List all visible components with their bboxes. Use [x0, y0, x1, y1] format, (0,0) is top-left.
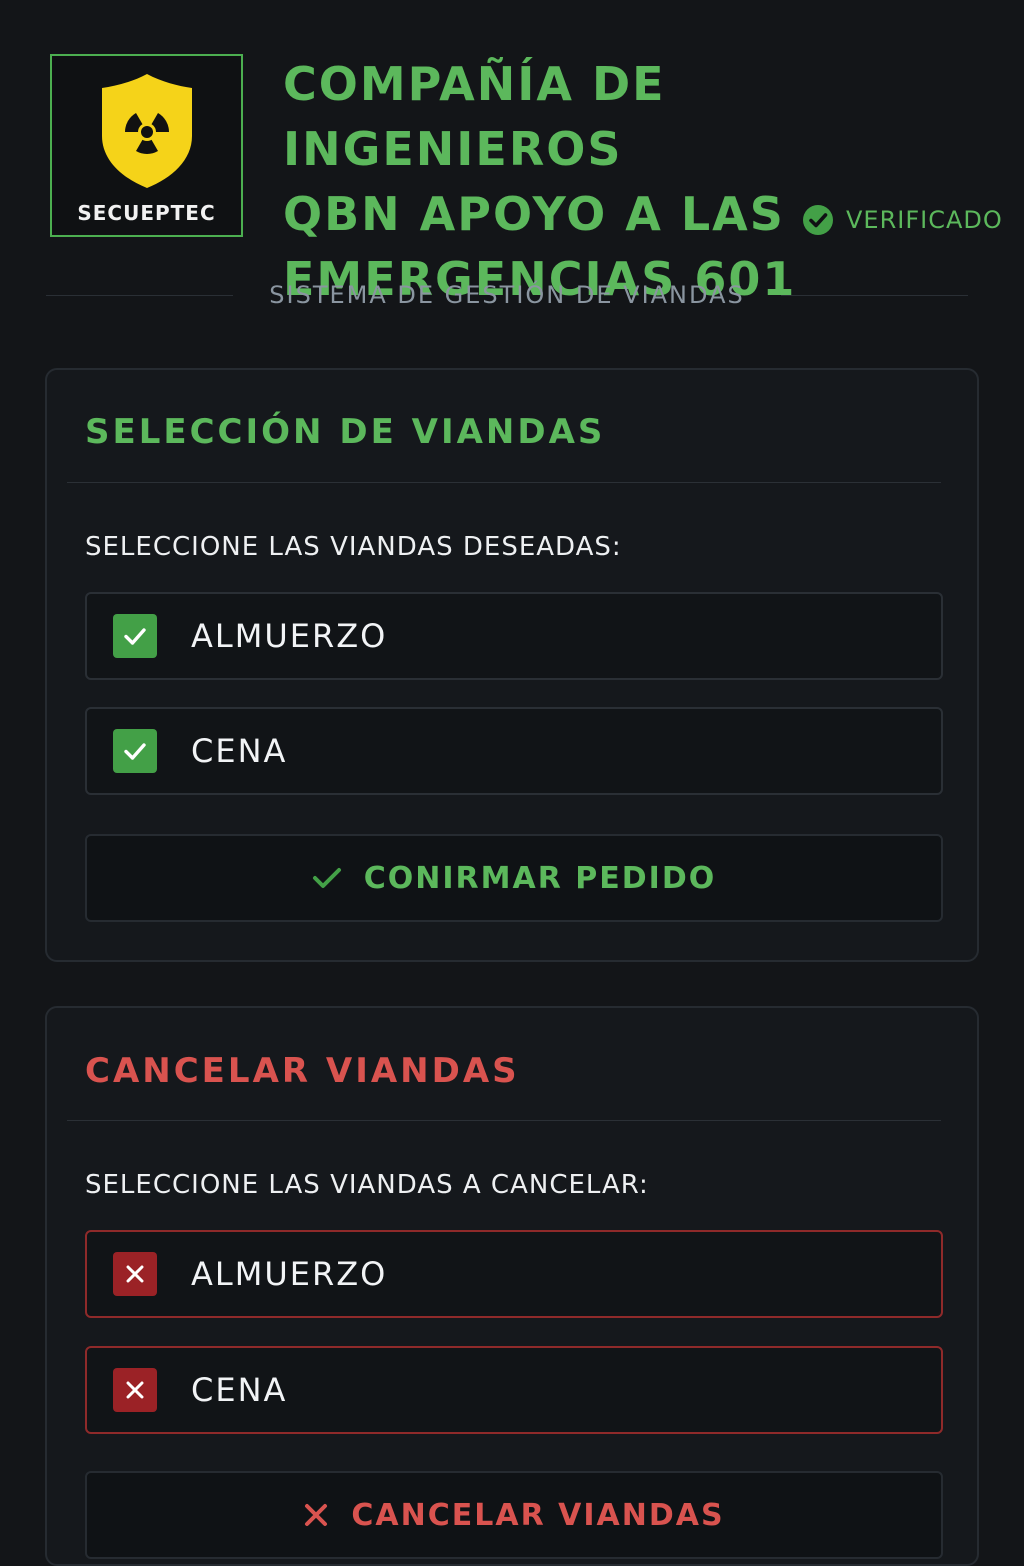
title-line: QBN APOYO A LAS	[283, 187, 785, 241]
check-icon	[124, 743, 146, 760]
subtitle-row: SISTEMA DE GESTIÓN DE VIANDAS	[46, 278, 968, 312]
checkbox-cena[interactable]	[113, 729, 157, 773]
selection-prompt: SELECCIONE LAS VIANDAS DESEADAS:	[85, 532, 622, 562]
cancel-panel-title: CANCELAR VIANDAS	[85, 1051, 520, 1091]
divider	[780, 294, 968, 296]
verified-badge: VERIFICADO	[802, 203, 1003, 237]
option-label: CENA	[191, 732, 288, 770]
cancel-option-cena[interactable]: CENA	[85, 1346, 943, 1434]
org-logo: SECUEPTEC	[50, 54, 243, 237]
check-icon	[312, 868, 341, 888]
page-subtitle: SISTEMA DE GESTIÓN DE VIANDAS	[269, 281, 745, 309]
cancel-viandas-button[interactable]: CANCELAR VIANDAS	[85, 1471, 943, 1559]
confirm-order-button[interactable]: CONIRMAR PEDIDO	[85, 834, 943, 922]
page-title: COMPAÑÍA DE INGENIEROS QBN APOYO A LAS E…	[283, 52, 973, 312]
divider	[67, 1120, 941, 1121]
divider	[46, 294, 234, 296]
cancel-checkbox-cena[interactable]	[113, 1368, 157, 1412]
x-icon	[305, 1504, 328, 1526]
selection-panel: SELECCIÓN DE VIANDAS SELECCIONE LAS VIAN…	[45, 368, 979, 962]
radiation-shield-icon	[102, 74, 192, 188]
option-label: CENA	[191, 1371, 288, 1409]
x-icon	[126, 1265, 144, 1283]
cancel-option-almuerzo[interactable]: ALMUERZO	[85, 1230, 943, 1318]
confirm-order-label: CONIRMAR PEDIDO	[363, 860, 717, 896]
check-icon	[124, 628, 146, 645]
logo-text: SECUEPTEC	[77, 201, 216, 225]
cancel-panel: CANCELAR VIANDAS SELECCIONE LAS VIANDAS …	[45, 1006, 979, 1566]
cancel-viandas-label: CANCELAR VIANDAS	[351, 1497, 725, 1533]
divider	[67, 482, 941, 483]
check-circle-icon	[803, 205, 833, 235]
option-label: ALMUERZO	[191, 1255, 388, 1293]
verified-label: VERIFICADO	[846, 206, 1003, 234]
cancel-prompt: SELECCIONE LAS VIANDAS A CANCELAR:	[85, 1170, 649, 1200]
x-icon	[126, 1381, 144, 1399]
option-almuerzo[interactable]: ALMUERZO	[85, 592, 943, 680]
selection-panel-title: SELECCIÓN DE VIANDAS	[85, 412, 606, 452]
option-cena[interactable]: CENA	[85, 707, 943, 795]
checkbox-almuerzo[interactable]	[113, 614, 157, 658]
option-label: ALMUERZO	[191, 617, 388, 655]
cancel-checkbox-almuerzo[interactable]	[113, 1252, 157, 1296]
title-line: COMPAÑÍA DE INGENIEROS	[283, 57, 666, 176]
